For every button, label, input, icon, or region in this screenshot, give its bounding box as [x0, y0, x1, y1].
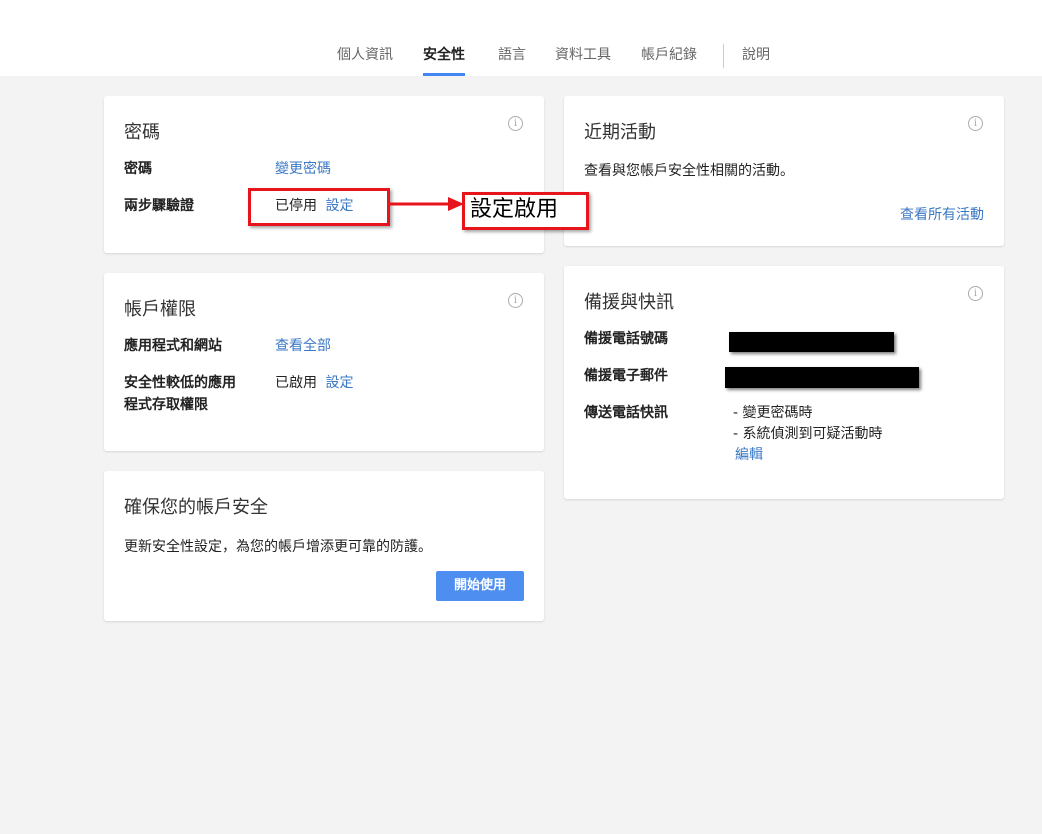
- secure-account-desc: 更新安全性設定，為您的帳戶增添更可靠的防護。: [124, 539, 432, 555]
- redacted-phone: [729, 332, 894, 352]
- apps-label: 應用程式和網站: [124, 338, 222, 354]
- permissions-card: 帳戶權限 i 應用程式和網站 查看全部 安全性較低的應用 程式存取權限 已啟用 …: [104, 273, 544, 451]
- less-secure-status: 已啟用: [275, 375, 317, 391]
- tab-data-tools[interactable]: 資料工具: [555, 44, 611, 76]
- edit-alerts-link[interactable]: 編輯: [735, 447, 763, 463]
- card-title: 近期活動: [584, 122, 656, 143]
- annotation-label: 設定啟用: [462, 192, 589, 230]
- info-icon[interactable]: i: [968, 286, 983, 301]
- info-icon[interactable]: i: [968, 116, 983, 131]
- tab-language[interactable]: 語言: [498, 44, 526, 76]
- get-started-button[interactable]: 開始使用: [436, 571, 524, 601]
- change-password-link[interactable]: 變更密碼: [275, 161, 331, 177]
- alert-item: - 變更密碼時: [733, 405, 813, 421]
- recent-activity-card: 近期活動 i 查看與您帳戶安全性相關的活動。 查看所有活動: [564, 96, 1004, 246]
- tab-security[interactable]: 安全性: [423, 44, 465, 76]
- alert-item: - 系統偵測到可疑活動時: [733, 426, 883, 442]
- card-title: 確保您的帳戶安全: [124, 497, 268, 518]
- phone-alerts-label: 傳送電話快訊: [584, 405, 668, 421]
- recovery-alerts-card: 備援與快訊 i 備援電話號碼 備援電子郵件 傳送電話快訊 - 變更密碼時 - 系…: [564, 266, 1004, 499]
- secure-account-card: 確保您的帳戶安全 更新安全性設定，為您的帳戶增添更可靠的防護。 開始使用: [104, 471, 544, 621]
- nav-divider: [723, 44, 724, 68]
- recovery-email-label: 備援電子郵件: [584, 368, 668, 384]
- card-title: 密碼: [124, 122, 160, 143]
- nav-tabs: 個人資訊 安全性 語言 資料工具 帳戶紀錄 說明: [0, 44, 1042, 76]
- less-secure-label-line1: 安全性較低的應用: [124, 375, 236, 391]
- less-secure-setup-link[interactable]: 設定: [325, 375, 353, 391]
- info-icon[interactable]: i: [508, 116, 523, 131]
- less-secure-label-line2: 程式存取權限: [124, 397, 208, 413]
- card-title: 帳戶權限: [124, 299, 196, 320]
- annotation-arrow-icon: [390, 197, 464, 211]
- recovery-phone-label: 備援電話號碼: [584, 331, 668, 347]
- two-step-label: 兩步驟驗證: [124, 198, 194, 214]
- annotation-highlight-box: [248, 188, 390, 226]
- redacted-email: [725, 367, 919, 388]
- tab-personal-info[interactable]: 個人資訊: [337, 44, 393, 76]
- tab-account-history[interactable]: 帳戶紀錄: [641, 44, 697, 76]
- info-icon[interactable]: i: [508, 293, 523, 308]
- top-bar: 個人資訊 安全性 語言 資料工具 帳戶紀錄 說明: [0, 0, 1042, 76]
- card-title: 備援與快訊: [584, 292, 674, 313]
- view-all-apps-link[interactable]: 查看全部: [275, 338, 331, 354]
- activity-desc: 查看與您帳戶安全性相關的活動。: [584, 163, 794, 179]
- view-all-activity-link[interactable]: 查看所有活動: [900, 207, 984, 223]
- tab-help[interactable]: 說明: [742, 44, 770, 76]
- password-label: 密碼: [124, 161, 152, 177]
